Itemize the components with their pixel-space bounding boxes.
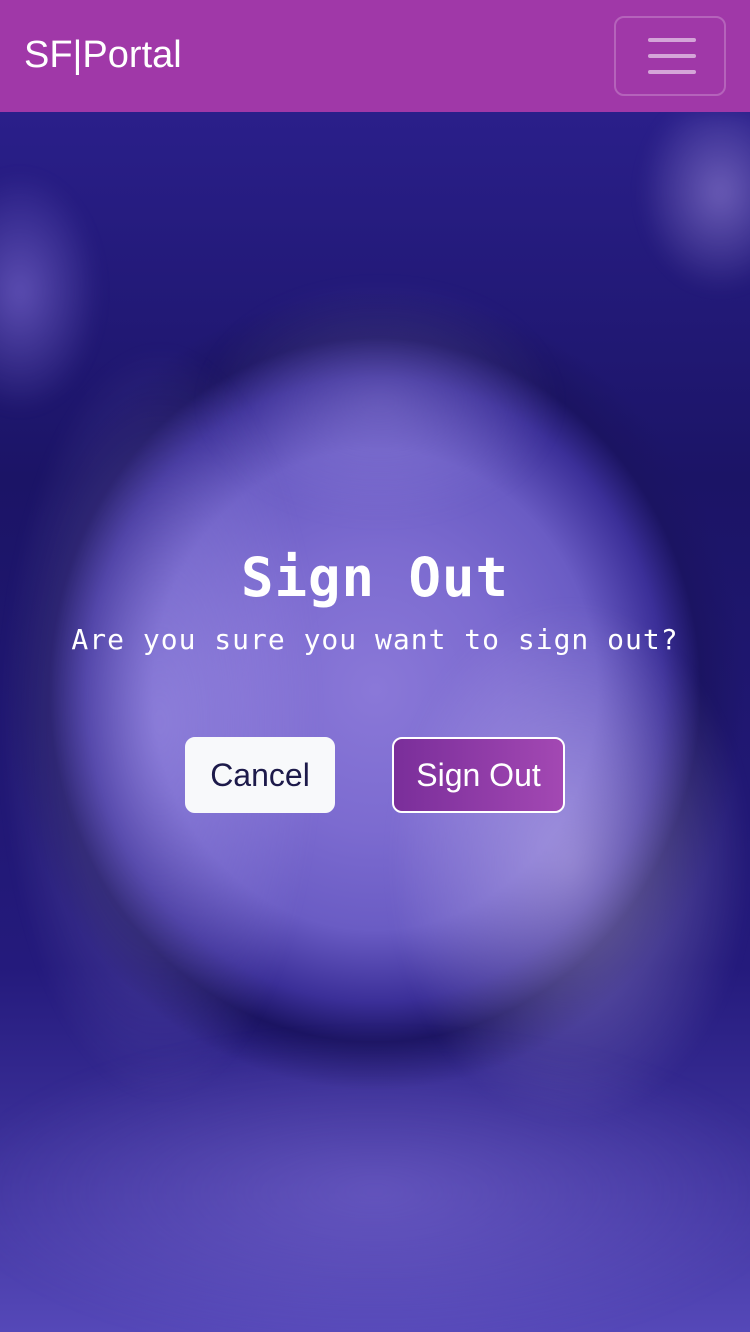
brand-link[interactable]: SF|Portal xyxy=(24,30,182,80)
background-swirl-top-left xyxy=(0,172,120,432)
menu-toggle-button[interactable] xyxy=(614,16,726,96)
cancel-button[interactable]: Cancel xyxy=(185,737,335,813)
sign-out-button[interactable]: Sign Out xyxy=(392,737,565,813)
background-swirl-bottom xyxy=(0,992,750,1332)
confirmation-message: Are you sure you want to sign out? xyxy=(71,623,679,656)
background-smoke-image xyxy=(0,112,750,1332)
background-swirl-top-right xyxy=(640,112,750,312)
page-title: Sign Out xyxy=(240,546,510,609)
navbar: SF|Portal xyxy=(0,0,750,112)
sign-out-dialog: Sign Out Are you sure you want to sign o… xyxy=(0,540,750,813)
